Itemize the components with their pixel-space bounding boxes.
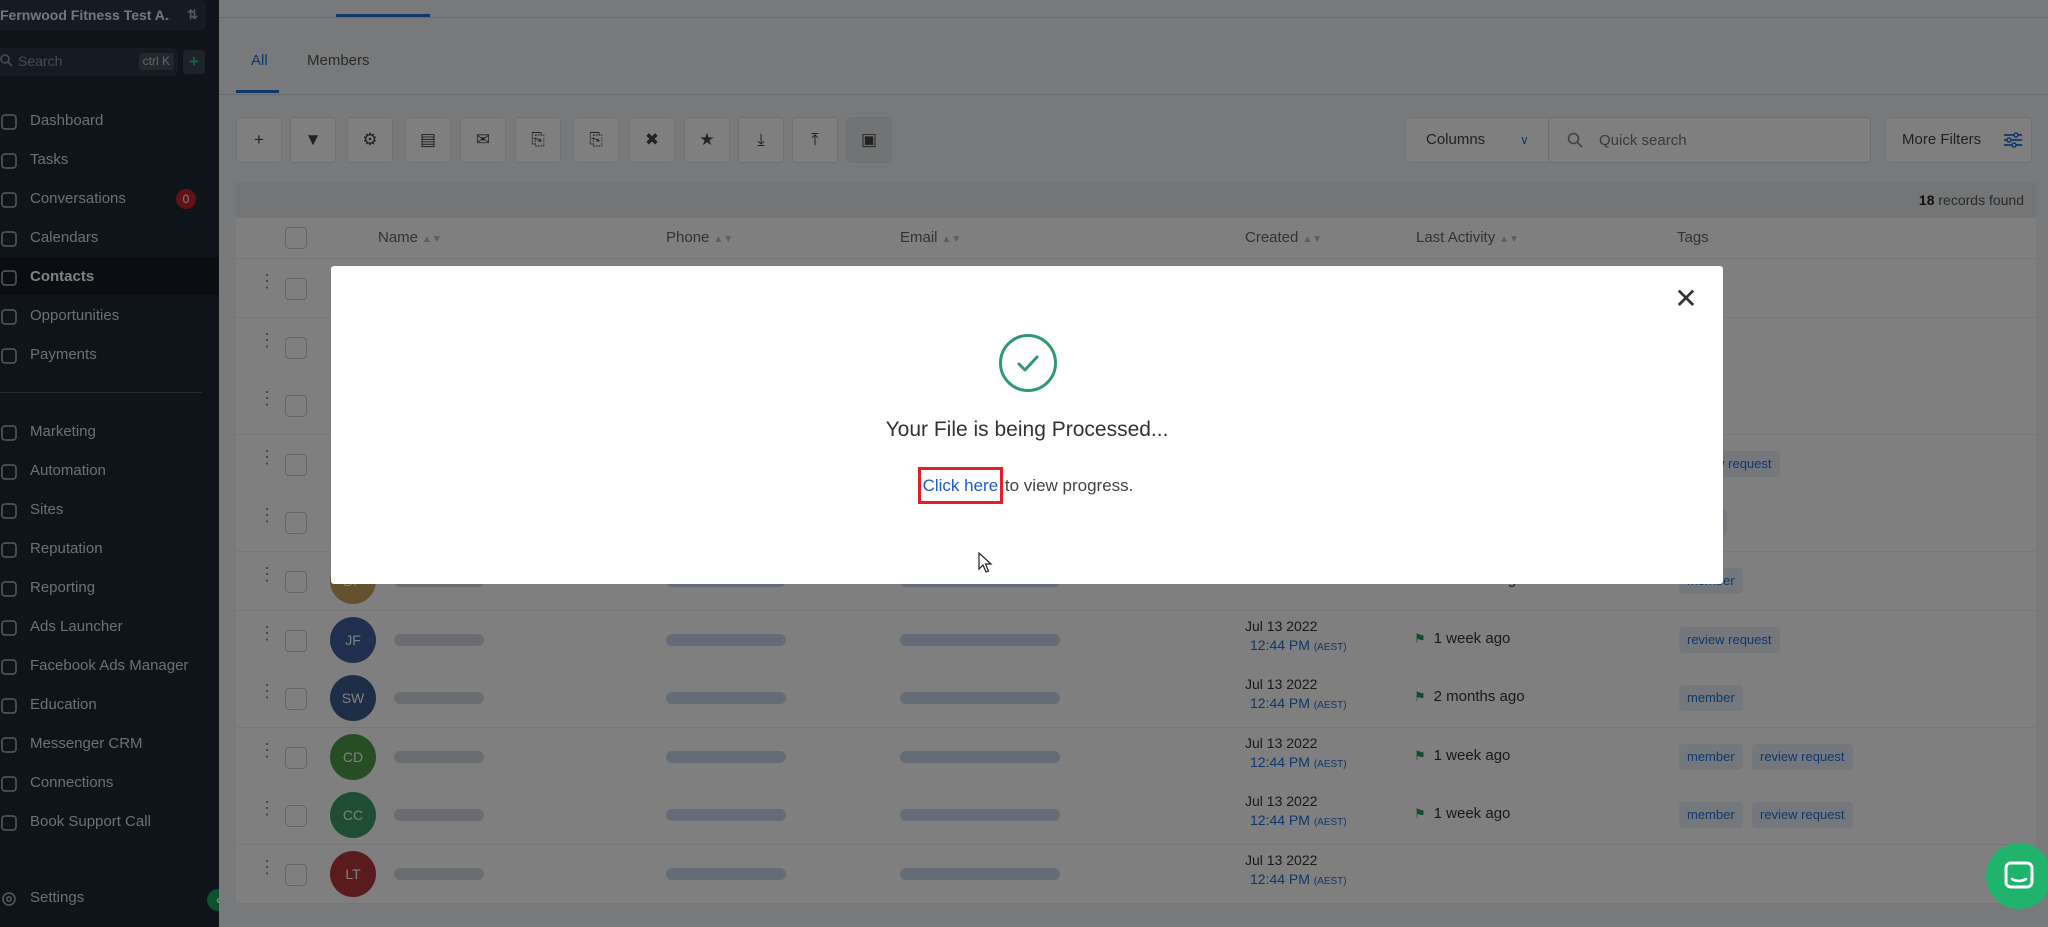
view-progress-link[interactable]: Click here: [917, 467, 1004, 504]
progress-message-text: to view progress.: [1000, 476, 1134, 495]
processing-modal: ✕ Your File is being Processed... Click …: [331, 266, 1723, 584]
check-circle-icon: [999, 334, 1057, 392]
close-icon[interactable]: ✕: [1671, 284, 1701, 314]
chat-widget-button[interactable]: [1986, 843, 2048, 909]
mouse-cursor-icon: [978, 552, 993, 573]
modal-title: Your File is being Processed...: [885, 418, 1169, 441]
chat-icon: [2004, 861, 2034, 889]
progress-message: Click here to view progress.: [331, 467, 1723, 504]
